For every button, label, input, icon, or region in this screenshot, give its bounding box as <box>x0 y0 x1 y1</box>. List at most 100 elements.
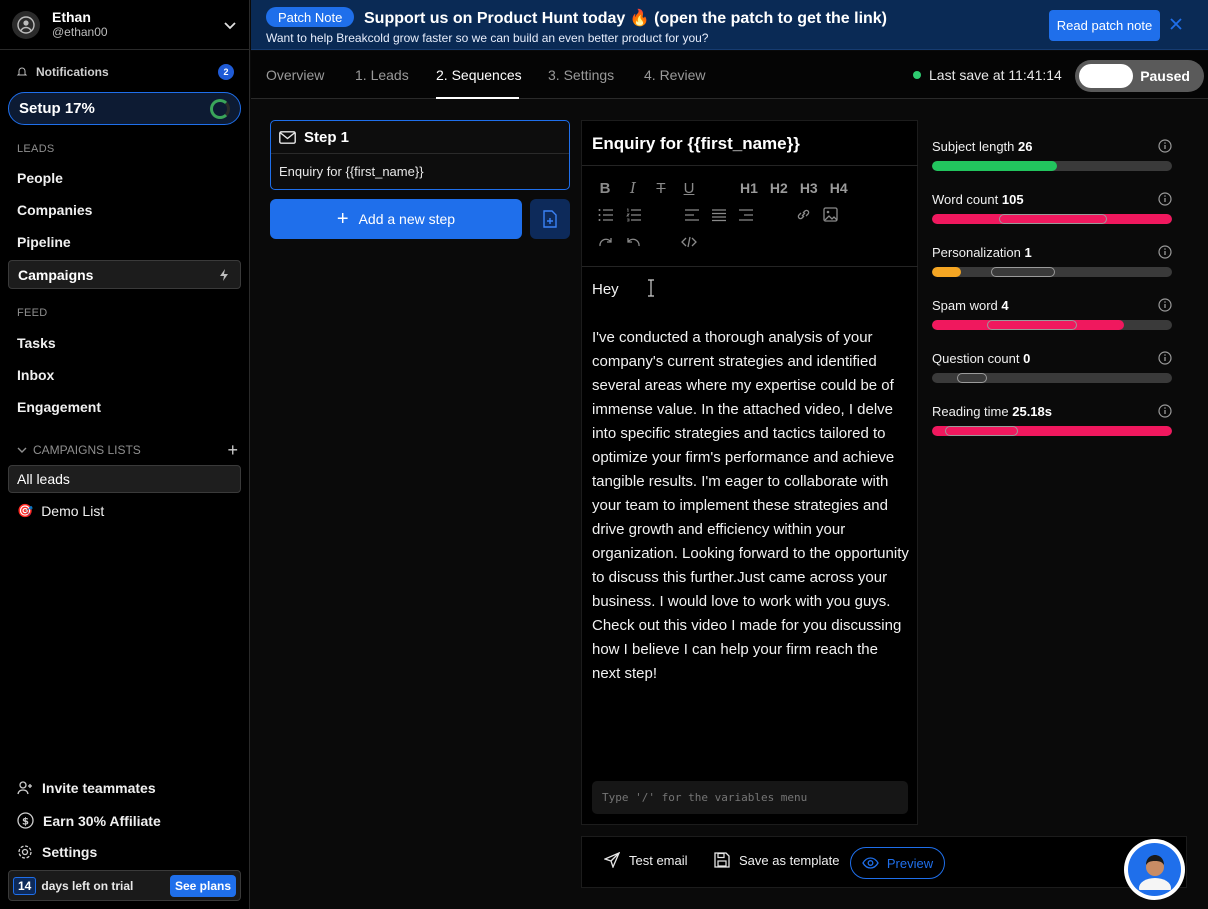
save-template-button[interactable]: Save as template <box>714 852 839 868</box>
email-metrics-panel: Subject length 26 Word count 105 Persona… <box>919 120 1183 825</box>
info-icon[interactable] <box>1158 245 1172 259</box>
undo-icon[interactable] <box>625 235 641 249</box>
save-template-label: Save as template <box>739 852 840 868</box>
numbered-list-icon[interactable] <box>626 208 642 222</box>
sidebar-item-campaigns[interactable]: Campaigns <box>8 260 241 289</box>
tab-settings[interactable]: 3. Settings <box>548 67 614 83</box>
tab-review[interactable]: 4. Review <box>644 67 705 83</box>
tab-leads[interactable]: 1. Leads <box>355 67 409 83</box>
image-icon[interactable] <box>823 207 838 222</box>
underline-icon[interactable]: U <box>682 180 696 197</box>
campaign-status-toggle[interactable]: Paused <box>1075 60 1204 92</box>
metric-value: 25.18s <box>1012 404 1052 419</box>
read-patch-note-button[interactable]: Read patch note <box>1049 10 1160 41</box>
user-menu[interactable]: Ethan @ethan00 <box>0 0 250 50</box>
heading-4-button[interactable]: H4 <box>830 180 848 196</box>
strikethrough-icon[interactable]: T <box>654 180 668 197</box>
user-avatar-icon <box>12 10 40 39</box>
link-icon[interactable] <box>796 207 811 222</box>
toolbar-row-1: B I T U H1 H2 H3 H4 <box>598 179 860 197</box>
svg-text:$: $ <box>22 817 29 828</box>
metric-label: Word count <box>932 192 999 207</box>
align-right-icon[interactable] <box>738 208 754 222</box>
add-list-icon[interactable]: + <box>227 441 238 459</box>
mail-icon <box>279 130 296 144</box>
info-icon[interactable] <box>1158 192 1172 206</box>
status-dot-icon <box>913 71 921 79</box>
metric-range-marker <box>945 426 1018 436</box>
sidebar-item-engagement[interactable]: Engagement <box>17 399 101 415</box>
last-save-status: Last save at 11:41:14 <box>913 67 1062 83</box>
divider <box>582 165 918 166</box>
setup-progress-button[interactable]: Setup 17% <box>8 92 241 125</box>
italic-icon[interactable]: I <box>626 179 640 197</box>
test-email-button[interactable]: Test email <box>604 852 688 868</box>
sidebar-item-people[interactable]: People <box>17 170 63 186</box>
see-plans-button[interactable]: See plans <box>169 874 236 897</box>
metric-fill <box>932 161 1057 171</box>
redo-icon[interactable] <box>598 235 614 249</box>
heading-3-button[interactable]: H3 <box>800 180 818 196</box>
notifications-label: Notifications <box>36 65 109 79</box>
step-card[interactable]: Step 1 Enquiry for {{first_name}} <box>270 120 570 190</box>
demo-list-label: Demo List <box>41 503 105 519</box>
preview-button[interactable]: Preview <box>850 847 945 879</box>
heading-1-button[interactable]: H1 <box>740 180 758 196</box>
metric-personalization: Personalization 1 <box>932 245 1172 277</box>
metric-value: 0 <box>1023 351 1031 366</box>
notifications-item[interactable]: Notifications 2 <box>16 62 234 82</box>
close-icon[interactable] <box>1168 16 1184 32</box>
dart-icon: 🎯 <box>17 503 34 518</box>
text-cursor-icon <box>648 279 654 297</box>
info-icon[interactable] <box>1158 298 1172 312</box>
info-icon[interactable] <box>1158 139 1172 153</box>
tab-overview[interactable]: Overview <box>266 67 324 83</box>
campaigns-lists-label: CAMPAIGNS LISTS <box>33 443 141 457</box>
settings-label: Settings <box>42 844 98 860</box>
email-body[interactable]: Hey I've conducted a thorough analysis o… <box>592 278 910 710</box>
support-chat-avatar[interactable] <box>1124 839 1185 900</box>
add-document-button[interactable] <box>530 199 570 239</box>
list-item-demo-list[interactable]: 🎯 Demo List <box>17 503 104 519</box>
email-subject[interactable]: Enquiry for {{first_name}} <box>592 134 800 154</box>
invite-teammates-link[interactable]: Invite teammates <box>17 780 156 796</box>
email-editor: Enquiry for {{first_name}} B I T U H1 H2… <box>581 120 918 825</box>
sidebar-item-inbox[interactable]: Inbox <box>17 367 54 383</box>
variables-input[interactable] <box>592 781 908 814</box>
list-item-all-leads[interactable]: All leads <box>8 465 241 493</box>
patch-note-banner: Patch Note Support us on Product Hunt to… <box>251 0 1208 50</box>
patch-note-pill: Patch Note <box>266 7 355 27</box>
metric-label: Spam word <box>932 298 998 313</box>
align-center-icon[interactable] <box>711 208 727 222</box>
sidebar-item-companies[interactable]: Companies <box>17 202 92 218</box>
chevron-down-icon[interactable] <box>222 17 238 33</box>
add-step-button[interactable]: + Add a new step <box>270 199 522 239</box>
bullet-list-icon[interactable] <box>598 208 614 222</box>
settings-link[interactable]: Settings <box>17 844 97 860</box>
file-plus-icon <box>543 210 557 228</box>
toggle-label: Paused <box>1140 68 1190 84</box>
info-icon[interactable] <box>1158 351 1172 365</box>
app-root: Ethan @ethan00 Notifications 2 Setup 17%… <box>0 0 1208 909</box>
metric-reading-time: Reading time 25.18s <box>932 404 1172 436</box>
metric-track <box>932 161 1172 171</box>
info-icon[interactable] <box>1158 404 1172 418</box>
metric-value: 4 <box>1001 298 1009 313</box>
affiliate-label: Earn 30% Affiliate <box>43 812 161 829</box>
tab-sequences[interactable]: 2. Sequences <box>436 67 522 83</box>
banner-headline: Support us on Product Hunt today 🔥 (open… <box>364 10 888 27</box>
sidebar: Ethan @ethan00 Notifications 2 Setup 17%… <box>0 0 250 909</box>
code-icon[interactable] <box>681 236 697 248</box>
metric-question-count: Question count 0 <box>932 351 1172 383</box>
heading-2-button[interactable]: H2 <box>770 180 788 196</box>
affiliate-link[interactable]: $ Earn 30% Affiliate <box>17 812 161 829</box>
bold-icon[interactable]: B <box>598 180 612 197</box>
sidebar-item-tasks[interactable]: Tasks <box>17 335 56 351</box>
sidebar-item-pipeline[interactable]: Pipeline <box>17 234 71 250</box>
editor-action-bar: Test email Save as template Preview <box>581 836 1187 888</box>
setup-progress-ring-icon <box>210 98 230 119</box>
trial-days-badge: 14 <box>13 876 37 895</box>
toggle-knob <box>1079 64 1133 88</box>
campaigns-lists-header[interactable]: CAMPAIGNS LISTS + <box>16 441 238 459</box>
align-left-icon[interactable] <box>684 208 700 222</box>
